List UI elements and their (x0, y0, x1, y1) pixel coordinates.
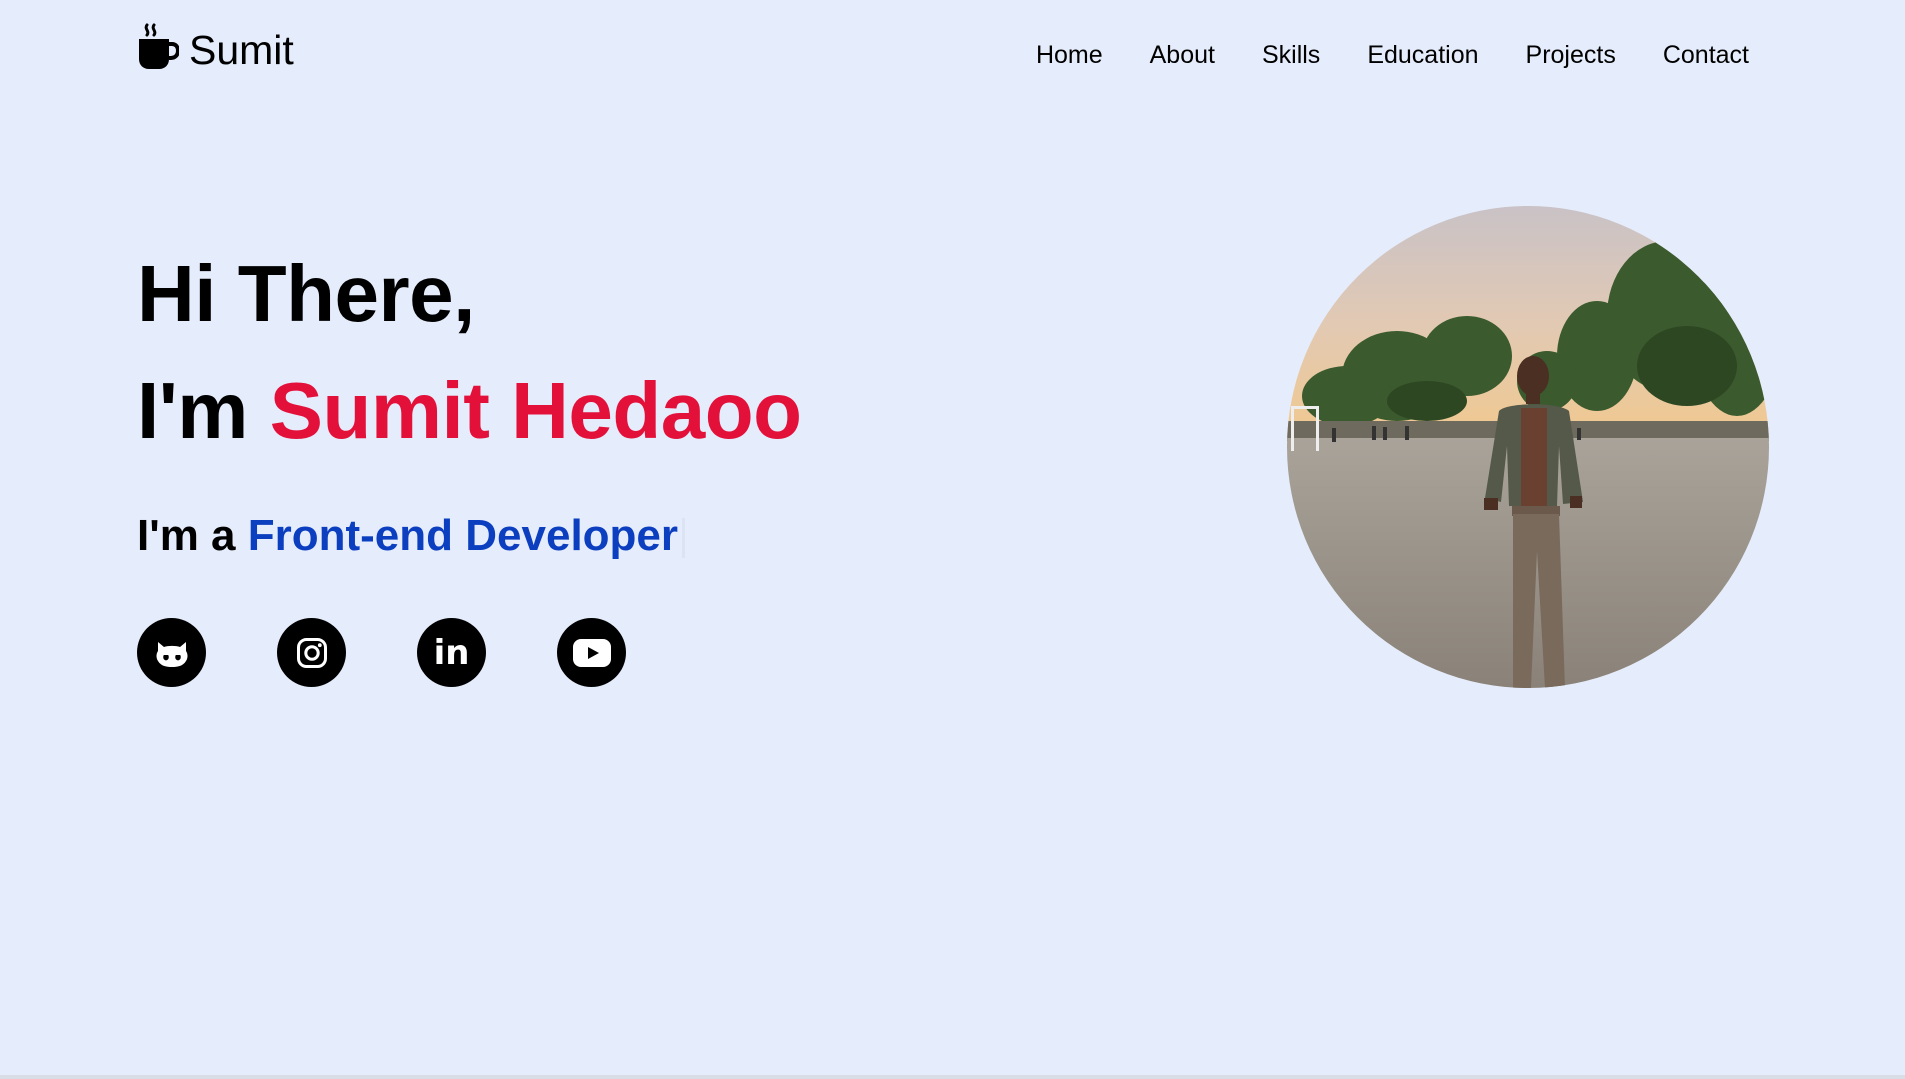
hero-name-line: I'm Sumit Hedaoo (137, 366, 802, 455)
hero-name: Sumit Hedaoo (269, 366, 802, 455)
typing-cursor (682, 518, 686, 559)
nav-skills[interactable]: Skills (1262, 38, 1320, 72)
page: Sumit Home About Skills Education Projec… (0, 0, 1905, 1079)
instagram-icon (296, 637, 328, 669)
main-nav: Home About Skills Education Projects Con… (989, 38, 1749, 72)
youtube-link[interactable] (557, 618, 626, 687)
brand-name: Sumit (189, 27, 294, 73)
site-header: Sumit Home About Skills Education Projec… (0, 0, 1905, 110)
instagram-link[interactable] (277, 618, 346, 687)
github-link[interactable] (137, 618, 206, 687)
profile-photo (1287, 206, 1769, 688)
brand-logo-link[interactable]: Sumit (137, 22, 294, 71)
coffee-cup-icon (137, 23, 179, 71)
bottom-divider (0, 1075, 1905, 1079)
nav-education[interactable]: Education (1367, 38, 1478, 72)
nav-about[interactable]: About (1150, 38, 1215, 72)
github-icon (154, 638, 190, 668)
hero-role-prefix: I'm a (137, 511, 236, 560)
nav-contact[interactable]: Contact (1663, 38, 1749, 72)
youtube-icon (572, 638, 611, 667)
hero-role-line: I'm a Front-end Developer (137, 510, 686, 563)
nav-home[interactable]: Home (1036, 38, 1103, 72)
hero-greeting: Hi There, (137, 249, 475, 338)
linkedin-icon: in (433, 632, 470, 673)
hero-intro: I'm (137, 366, 248, 455)
hero-role: Front-end Developer (247, 511, 679, 560)
social-links: in (137, 618, 697, 687)
linkedin-link[interactable]: in (417, 618, 486, 687)
nav-projects[interactable]: Projects (1526, 38, 1616, 72)
